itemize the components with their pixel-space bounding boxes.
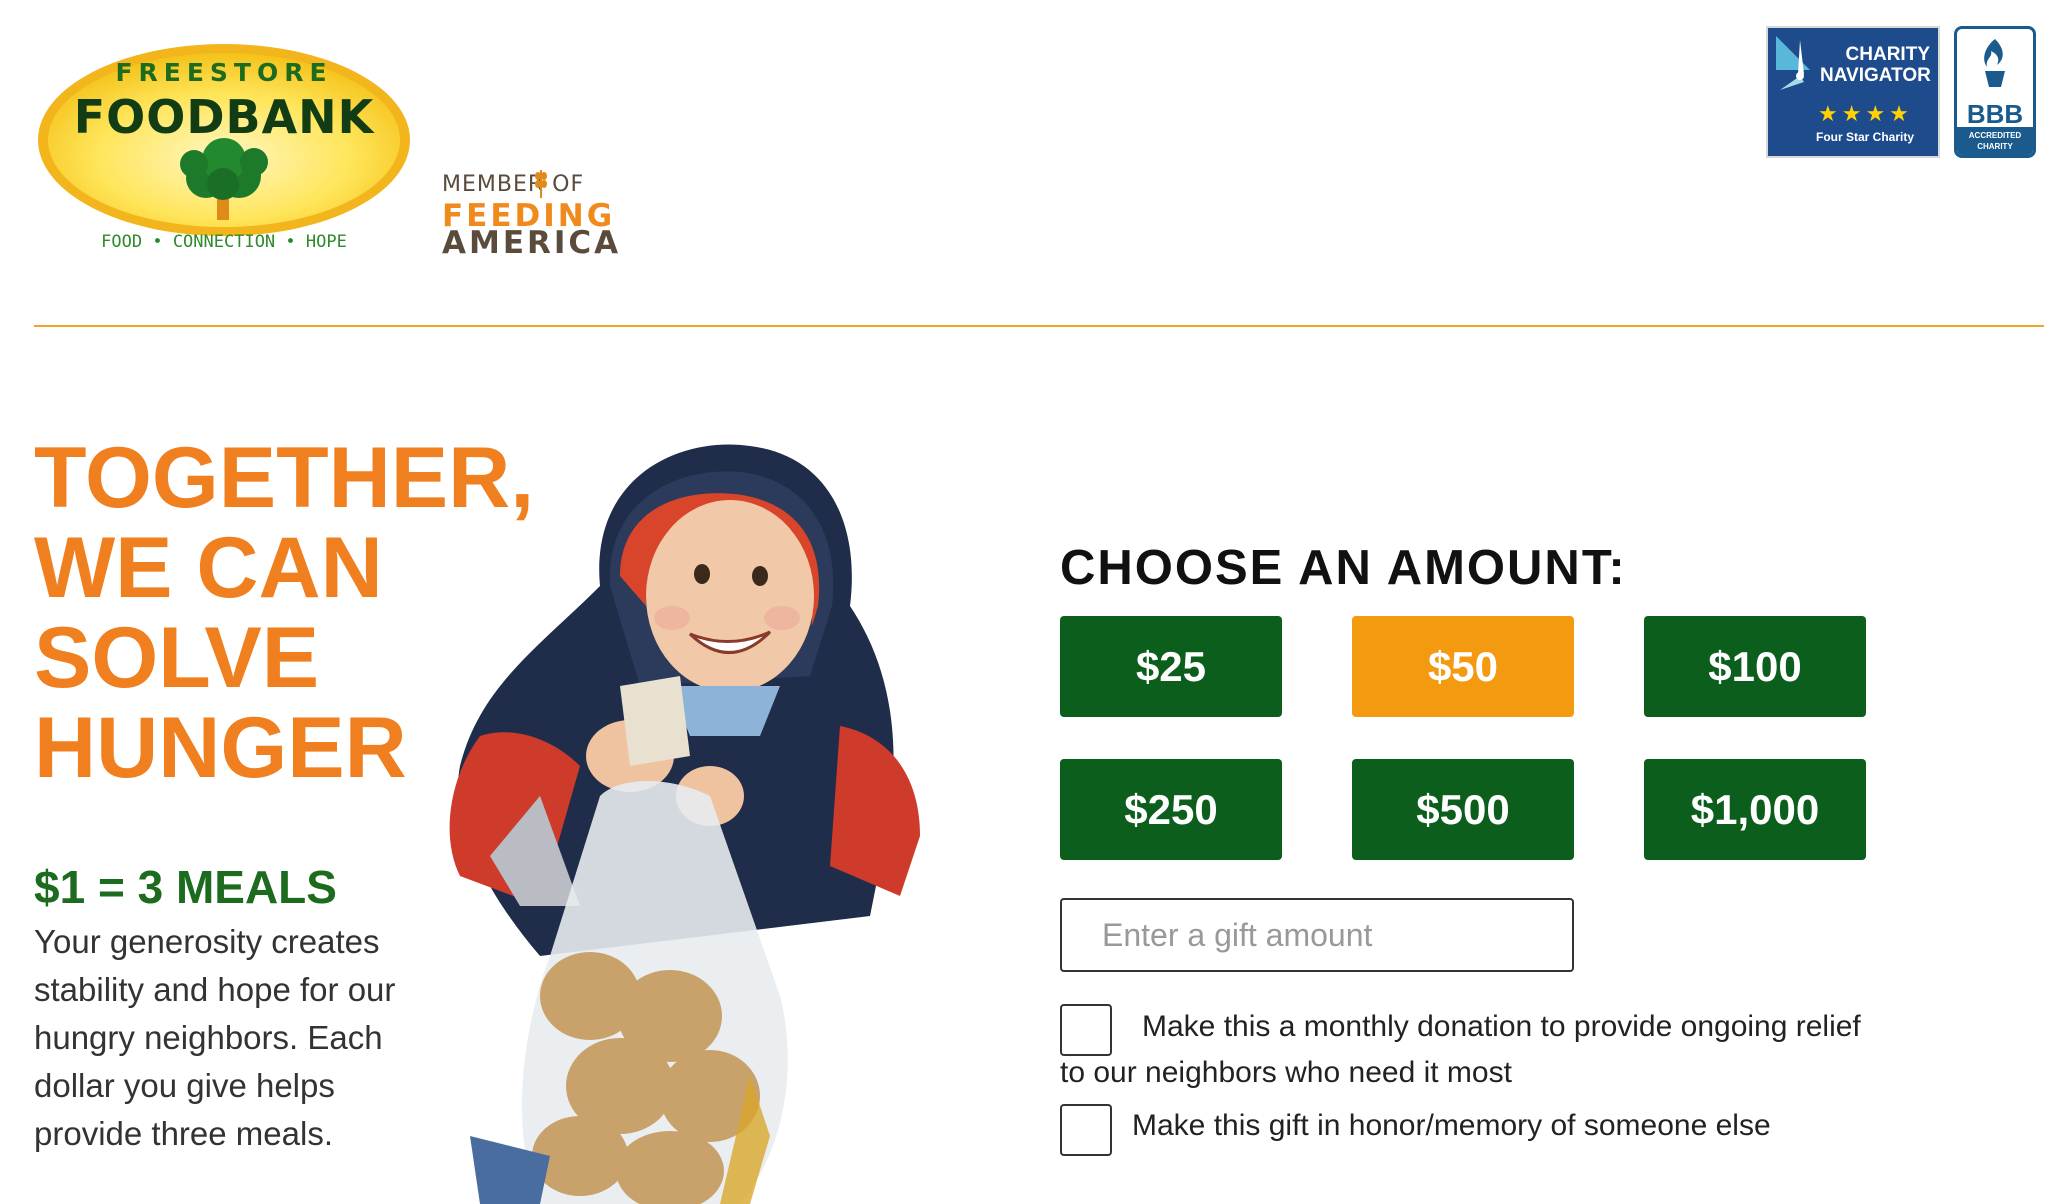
freestore-foodbank-logo[interactable]: FREESTORE FOODBANK FOOD • CONNECTION • H… [34,28,414,260]
bbb-tagline: ACCREDITED CHARITY [1957,127,2033,155]
charity-navigator-tagline: Four Star Charity [1816,130,1915,144]
amount-button-250[interactable]: $250 [1060,759,1282,860]
bbb-accredited-badge[interactable]: BBB ACCREDITED CHARITY [1954,26,2036,158]
honor-memory-checkbox[interactable] [1060,1104,1112,1156]
header-divider [34,325,2044,327]
choose-amount-heading: CHOOSE AN AMOUNT: [1060,541,1627,595]
wheat-icon [535,170,547,198]
feeding-america-america: AMERICA [442,225,622,261]
monthly-donation-label: Make this a monthly donation to provide … [1060,1010,1861,1089]
hero-blurb: Your generosity creates stability and ho… [34,923,396,1152]
logo-line-freestore: FREESTORE [115,58,333,87]
torch-icon [1984,39,2005,87]
amount-button-100[interactable]: $100 [1644,616,1866,717]
amount-button-500[interactable]: $500 [1352,759,1574,860]
feeding-america-member-of: MEMBER OF [442,172,585,197]
amount-button-1000[interactable]: $1,000 [1644,759,1866,860]
logo-line-foodbank: FOODBANK [73,90,375,144]
gift-amount-input[interactable] [1060,898,1574,972]
amount-button-50[interactable]: $50 [1352,616,1574,717]
honor-memory-label: Make this gift in honor/memory of someon… [1132,1109,1771,1142]
meals-per-dollar-heading: $1 = 3 MEALS [34,861,337,913]
bbb-text: BBB [1966,99,2024,129]
child-with-potatoes-photo [449,444,920,1204]
charity-navigator-badge[interactable]: CHARITY NAVIGATOR ★★★★ Four Star Charity [1766,26,1940,158]
feeding-america-logo[interactable]: MEMBER OF FEEDING AMERICA [440,168,618,261]
amount-button-25[interactable]: $25 [1060,616,1282,717]
star-rating-icon: ★★★★ [1818,102,1913,127]
amount-button-grid: $25 $50 $100 $250 $500 $1,000 [1060,616,1867,860]
charity-navigator-name: CHARITY NAVIGATOR [1820,44,1931,86]
logo-tagline: FOOD • CONNECTION • HOPE [101,232,347,252]
